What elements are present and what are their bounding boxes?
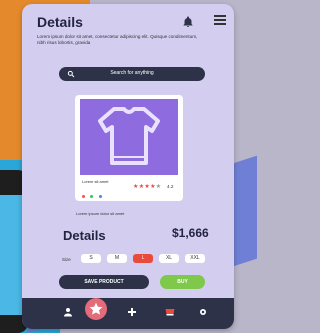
color-dot-red[interactable] (82, 195, 85, 198)
color-dot-blue[interactable] (98, 195, 102, 198)
color-options[interactable] (82, 185, 103, 198)
price-label: $1,666 (172, 226, 209, 240)
size-option-xl[interactable]: XL (159, 254, 179, 263)
size-option-s[interactable]: S (81, 254, 101, 263)
product-name: Lorem sit amet (82, 179, 109, 184)
plus-icon[interactable] (126, 306, 138, 318)
bell-icon[interactable] (182, 16, 194, 28)
star-icon (89, 302, 103, 315)
size-option-l[interactable]: L (133, 254, 153, 263)
sweater-icon (98, 107, 160, 165)
save-product-button[interactable]: SAVE PRODUCT (59, 275, 149, 289)
product-image (80, 99, 178, 175)
page-title: Details (37, 14, 83, 30)
product-caption: Lorem ipsum dolor sit amet (76, 211, 125, 216)
size-option-m[interactable]: M (107, 254, 127, 263)
background-phone-screen (0, 195, 22, 315)
search-placeholder: Search for anything (110, 70, 154, 76)
rating-value: 4.2 (167, 184, 174, 189)
page-description: Lorem ipsum dolor sit amet, consectetur … (37, 34, 198, 46)
rating-stars: ★★★★★ (133, 184, 162, 190)
profile-icon[interactable] (62, 306, 74, 318)
favorite-button[interactable] (85, 298, 107, 320)
cart-icon[interactable] (164, 306, 176, 318)
size-label: Size (62, 257, 71, 262)
settings-icon[interactable] (197, 306, 209, 318)
search-input[interactable]: Search for anything (59, 67, 205, 81)
details-heading: Details (63, 228, 106, 243)
size-option-xxl[interactable]: XXL (185, 254, 205, 263)
color-dot-green[interactable] (90, 195, 94, 198)
bottom-nav (22, 298, 234, 329)
menu-icon[interactable] (214, 15, 226, 25)
buy-button[interactable]: BUY (160, 275, 205, 289)
product-card[interactable]: Lorem sit amet ★★★★★ 4.2 (75, 95, 183, 201)
